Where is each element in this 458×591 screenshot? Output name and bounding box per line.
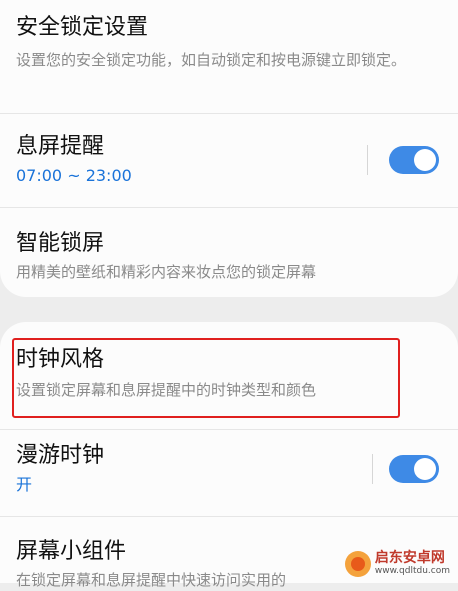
- aod-schedule: 07:00 ~ 23:00: [16, 166, 132, 185]
- divider: [0, 113, 458, 114]
- secure-lock-subtitle: 设置您的安全锁定功能，如自动锁定和按电源键立即锁定。: [16, 51, 407, 69]
- roaming-clock-title: 漫游时钟: [16, 443, 105, 468]
- settings-card-top: 安全锁定设置 设置您的安全锁定功能，如自动锁定和按电源键立即锁定。 息屏提醒 0…: [0, 0, 458, 297]
- secure-lock-title: 安全锁定设置: [16, 15, 149, 40]
- watermark-logo-icon: [344, 551, 371, 577]
- roaming-clock-status: 开: [16, 475, 33, 494]
- watermark-url: www.qdltdu.com: [374, 566, 450, 576]
- aod-toggle[interactable]: [389, 146, 439, 174]
- toggle-knob: [414, 149, 436, 171]
- secure-lock-settings-item[interactable]: 安全锁定设置 设置您的安全锁定功能，如自动锁定和按电源键立即锁定。: [16, 14, 442, 71]
- divider: [0, 429, 458, 430]
- smart-lock-item[interactable]: 智能锁屏 用精美的壁纸和精彩内容来妆点您的锁定屏幕: [16, 230, 442, 283]
- highlight-box: [12, 338, 400, 418]
- aod-item[interactable]: 息屏提醒 07:00 ~ 23:00: [16, 133, 442, 186]
- roaming-clock-item[interactable]: 漫游时钟 开: [16, 442, 442, 495]
- smart-lock-subtitle: 用精美的壁纸和精彩内容来妆点您的锁定屏幕: [16, 263, 317, 281]
- toggle-knob: [414, 458, 436, 480]
- watermark-name: 启东安卓网: [374, 550, 445, 566]
- aod-title: 息屏提醒: [16, 134, 105, 159]
- smart-lock-title: 智能锁屏: [16, 231, 105, 256]
- roaming-clock-toggle[interactable]: [389, 455, 439, 483]
- watermark: 启东安卓网 www.qdltdu.com: [344, 549, 450, 579]
- divider: [0, 207, 458, 208]
- vertical-separator: [372, 454, 373, 484]
- divider: [0, 516, 458, 517]
- vertical-separator: [367, 145, 368, 175]
